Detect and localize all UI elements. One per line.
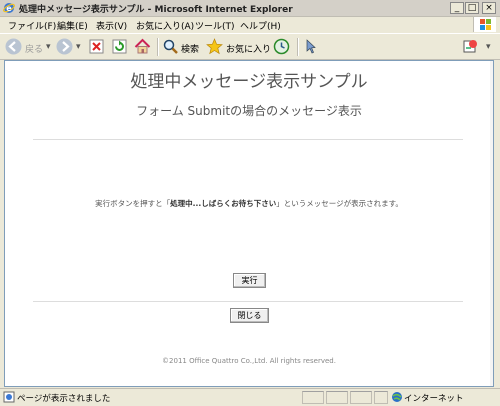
status-text: ページが表示されました: [17, 394, 111, 404]
status-panel: [350, 391, 372, 404]
status-panel: [374, 391, 388, 404]
favorites-star-icon[interactable]: [206, 38, 223, 55]
page-done-icon: [3, 391, 15, 403]
refresh-icon[interactable]: [111, 38, 128, 55]
favorites-button-label[interactable]: お気に入り: [226, 42, 271, 55]
svg-text:e: e: [6, 4, 12, 13]
close-window-button[interactable]: ×: [482, 2, 496, 14]
copyright-text: ©2011 Office Quattro Co.,Ltd. All rights…: [162, 357, 336, 365]
menu-tools[interactable]: ツール(T): [195, 19, 235, 32]
forward-dropdown-icon[interactable]: ▾: [76, 42, 81, 52]
title-bar: e 処理中メッセージ表示サンプル - Microsoft Internet Ex…: [0, 0, 500, 17]
forward-arrow-icon[interactable]: [56, 38, 73, 55]
internet-zone-icon: [392, 392, 402, 402]
messenger-dropdown-icon[interactable]: ▾: [486, 42, 491, 52]
status-bar: ページが表示されました インターネット: [0, 388, 500, 406]
stop-icon[interactable]: [88, 38, 105, 55]
page-viewport: 処理中メッセージ表示サンプル フォーム Submitの場合のメッセージ表示 実行…: [4, 60, 494, 387]
menu-view[interactable]: 表示(V): [96, 19, 127, 32]
back-arrow-icon[interactable]: [5, 38, 22, 55]
toolbar-separator: [157, 38, 159, 56]
menu-edit[interactable]: 編集(E): [57, 19, 88, 32]
back-dropdown-icon[interactable]: ▾: [46, 42, 51, 52]
window-title: 処理中メッセージ表示サンプル - Microsoft Internet Expl…: [19, 5, 293, 15]
divider: [33, 139, 463, 140]
page-title: 処理中メッセージ表示サンプル: [130, 72, 368, 92]
menu-bar: ファイル(F) 編集(E) 表示(V) お気に入り(A) ツール(T) ヘルプ(…: [0, 17, 500, 32]
toolbar: 戻る ▾ ▾ 検索 お気に入り ▾: [0, 33, 500, 60]
search-button-label[interactable]: 検索: [181, 42, 199, 55]
internet-explorer-icon: e: [3, 3, 15, 13]
status-panel: [302, 391, 324, 404]
description-text: 実行ボタンを押すと「処理中...しばらくお待ち下さい」というメッセージが表示され…: [5, 198, 493, 209]
menu-file[interactable]: ファイル(F): [8, 19, 56, 32]
maximize-button[interactable]: □: [465, 2, 479, 14]
divider: [33, 301, 463, 302]
status-panel: [326, 391, 348, 404]
minimize-button[interactable]: _: [450, 2, 464, 14]
messenger-icon[interactable]: [462, 38, 479, 55]
page-subtitle: フォーム Submitの場合のメッセージ表示: [136, 104, 362, 118]
windows-logo-icon: [473, 17, 496, 32]
home-icon[interactable]: [134, 38, 151, 55]
scrollbar[interactable]: [490, 61, 493, 386]
description-highlight: 処理中...しばらくお待ち下さい: [170, 199, 277, 208]
back-button-label[interactable]: 戻る: [25, 42, 43, 55]
menu-help[interactable]: ヘルプ(H): [240, 19, 281, 32]
description-before: 実行ボタンを押すと「: [95, 199, 171, 208]
description-after: 」というメッセージが表示されます。: [276, 199, 403, 208]
cursor-icon[interactable]: [302, 38, 319, 55]
close-page-button[interactable]: 閉じる: [230, 308, 269, 323]
menu-favorites[interactable]: お気に入り(A): [136, 19, 194, 32]
search-icon[interactable]: [162, 38, 179, 55]
security-zone-label: インターネット: [404, 394, 464, 404]
toolbar-separator: [297, 38, 299, 56]
execute-button[interactable]: 実行: [233, 273, 266, 288]
history-icon[interactable]: [273, 38, 290, 55]
